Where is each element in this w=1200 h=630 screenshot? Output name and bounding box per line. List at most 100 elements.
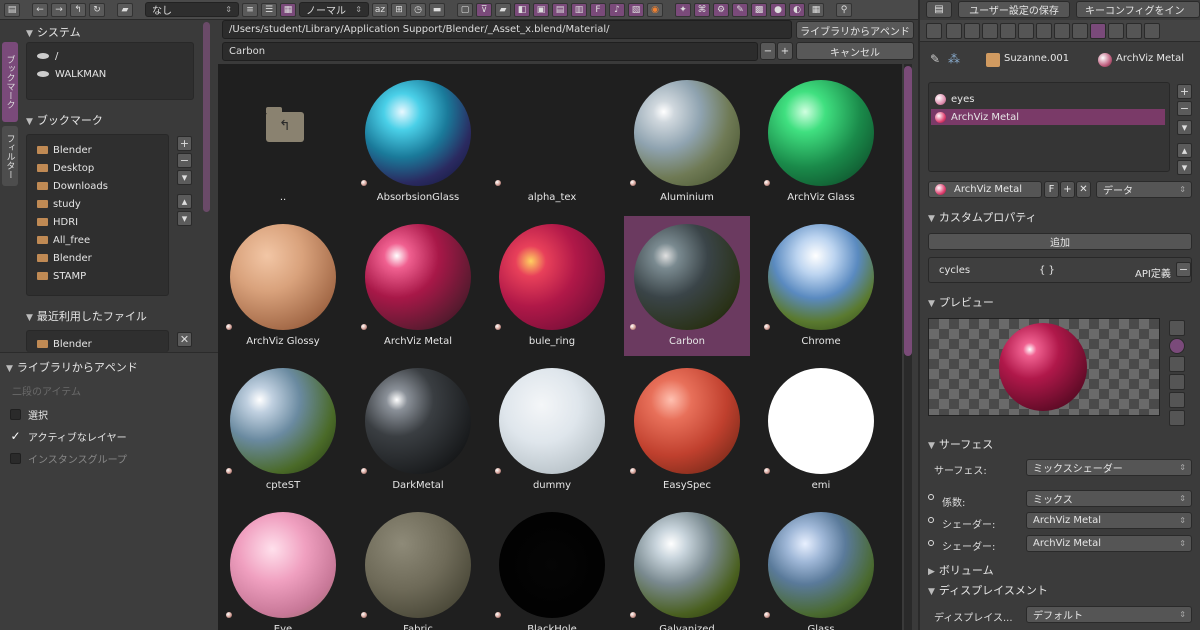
render-tab-icon[interactable] <box>946 23 962 39</box>
unlink-material-button[interactable]: ✕ <box>1076 181 1091 198</box>
modifiers-tab-icon[interactable] <box>1054 23 1070 39</box>
back-arrow-icon[interactable]: ← <box>32 2 48 17</box>
list-item[interactable]: ArchViz Metal <box>931 109 1165 125</box>
keyconfig-import-button[interactable]: キーコンフィグをイン <box>1076 1 1200 18</box>
texture-tab-icon[interactable] <box>1108 23 1124 39</box>
list-item[interactable]: STAMP <box>27 267 168 285</box>
material-thumbnail[interactable]: BlackHole <box>489 504 615 630</box>
hide-dot-icon[interactable]: ▢ <box>457 2 473 17</box>
parent-dir-icon[interactable]: ↰ <box>70 2 86 17</box>
bookmarks-section-header[interactable]: ▼ ブックマーク <box>26 112 103 128</box>
decrement-button[interactable]: − <box>760 42 776 60</box>
script-filter-icon[interactable]: ▥ <box>571 2 587 17</box>
editor-type-button[interactable]: ▤ <box>926 1 952 18</box>
add-slot-button[interactable]: + <box>1177 84 1192 99</box>
preview-header[interactable]: ▼ プレビュー <box>928 294 994 310</box>
particles-tab-icon[interactable] <box>1126 23 1142 39</box>
movie-filter-icon[interactable]: ▤ <box>552 2 568 17</box>
instance-group-option[interactable]: インスタンスグループ <box>10 451 127 466</box>
link-dropdown[interactable]: データ ⇕ <box>1096 181 1192 198</box>
bookmark-menu-button[interactable]: ▾ <box>177 170 192 185</box>
remove-property-button[interactable]: − <box>1176 262 1191 277</box>
render-layers-tab-icon[interactable] <box>964 23 980 39</box>
cancel-button[interactable]: キャンセル <box>796 42 914 60</box>
select-option[interactable]: 選択 <box>10 407 48 422</box>
move-down-button[interactable]: ▾ <box>177 211 192 226</box>
filename-field[interactable]: Carbon <box>222 42 758 61</box>
material-selector[interactable]: ArchViz Metal <box>928 181 1042 198</box>
filter-dropdown[interactable]: なし ⇕ <box>145 2 239 17</box>
checkmark-icon[interactable]: ✓ <box>10 430 21 442</box>
search-icon[interactable]: ⚲ <box>836 2 852 17</box>
browser-scrollbar-thumb[interactable] <box>904 66 912 356</box>
list-item[interactable]: WALKMAN <box>27 65 193 83</box>
list-item[interactable]: Blender <box>27 249 168 267</box>
font-filter-icon[interactable]: F <box>590 2 606 17</box>
directory-path-field[interactable]: /Users/student/Library/Application Suppo… <box>222 20 792 39</box>
surface-header[interactable]: ▼ サーフェス <box>928 436 993 452</box>
recent-section-header[interactable]: ▼ 最近利用したファイル <box>26 308 147 324</box>
append-section-header[interactable]: ▼ ライブラリからアペンド <box>6 359 138 375</box>
shader2-dropdown[interactable]: ArchViz Metal ⇕ <box>1026 535 1192 552</box>
tab-filter[interactable]: フィルター <box>2 126 18 186</box>
add-property-button[interactable]: 追加 <box>928 233 1192 250</box>
material-filter-icon[interactable]: ● <box>770 2 786 17</box>
surface-shader-dropdown[interactable]: ミックスシェーダー ⇕ <box>1026 459 1192 476</box>
material-thumbnail[interactable]: Glass <box>758 504 884 630</box>
object-filter-icon[interactable]: ⌘ <box>694 2 710 17</box>
slot-menu-button[interactable]: ▾ <box>1177 120 1192 135</box>
material-thumbnail[interactable]: ArchViz Metal <box>355 216 481 356</box>
sphere-sky-preview-icon[interactable] <box>1169 410 1185 426</box>
constraints-tab-icon[interactable] <box>1036 23 1052 39</box>
active-layer-option[interactable]: ✓ アクティブなレイヤー <box>10 429 126 444</box>
socket-icon[interactable] <box>928 540 934 546</box>
material-thumbnail[interactable]: Eye <box>220 504 346 630</box>
slot-up-button[interactable]: ▴ <box>1177 143 1192 158</box>
list-item[interactable]: All_free <box>27 231 168 249</box>
list-long-icon[interactable]: ☰ <box>261 2 277 17</box>
sort-time-icon[interactable]: ◷ <box>410 2 426 17</box>
sound-filter-icon[interactable]: ♪ <box>609 2 625 17</box>
slot-down-button[interactable]: ▾ <box>1177 160 1192 175</box>
parent-directory-item[interactable]: ↰ .. <box>220 72 346 212</box>
list-item[interactable]: study <box>27 195 168 213</box>
world-tab-icon[interactable] <box>1000 23 1016 39</box>
physics-tab-icon[interactable] <box>1144 23 1160 39</box>
mesh-filter-icon[interactable]: ⚙ <box>713 2 729 17</box>
blender-icon[interactable]: ◉ <box>647 2 663 17</box>
material-tab-icon[interactable] <box>1090 23 1106 39</box>
increment-button[interactable]: + <box>777 42 793 60</box>
list-item[interactable]: eyes <box>929 91 1169 107</box>
material-thumbnail[interactable]: EasySpec <box>624 360 750 500</box>
monkey-preview-icon[interactable] <box>1169 374 1185 390</box>
lamp-filter-icon[interactable]: ✎ <box>732 2 748 17</box>
custom-props-header[interactable]: ▼ カスタムプロパティ <box>928 209 1037 225</box>
socket-icon[interactable] <box>928 494 934 500</box>
sort-ext-icon[interactable]: ⊞ <box>391 2 407 17</box>
list-item[interactable]: Downloads <box>27 177 168 195</box>
new-folder-icon[interactable]: ▰ <box>117 2 133 17</box>
remove-slot-button[interactable]: − <box>1177 101 1192 116</box>
scene-filter-icon[interactable]: ✦ <box>675 2 691 17</box>
sort-alpha-icon[interactable]: az <box>372 2 388 17</box>
volume-header[interactable]: ▶ ボリューム <box>928 562 994 578</box>
clear-recent-button[interactable]: ✕ <box>177 332 192 347</box>
material-thumbnail[interactable]: ArchViz Glossy <box>220 216 346 356</box>
checkbox[interactable] <box>10 409 21 420</box>
remove-bookmark-button[interactable]: − <box>177 153 192 168</box>
camera-filter-icon[interactable]: ▩ <box>751 2 767 17</box>
material-thumbnail[interactable]: emi <box>758 360 884 500</box>
tab-bookmarks[interactable]: ブックマーク <box>2 42 18 122</box>
displacement-dropdown[interactable]: デフォルト ⇕ <box>1026 606 1192 623</box>
refresh-icon[interactable]: ↻ <box>89 2 105 17</box>
factor-dropdown[interactable]: ミックス ⇕ <box>1026 490 1192 507</box>
image-filter-icon[interactable]: ▣ <box>533 2 549 17</box>
forward-arrow-icon[interactable]: → <box>51 2 67 17</box>
data-tab-icon[interactable] <box>1072 23 1088 39</box>
material-thumbnail[interactable]: cpteST <box>220 360 346 500</box>
sphere-preview-icon[interactable] <box>1169 338 1185 354</box>
properties-editor-icon[interactable] <box>926 23 942 39</box>
fake-user-button[interactable]: F <box>1044 181 1059 198</box>
material-thumbnail[interactable]: Galvanized <box>624 504 750 630</box>
material-thumbnail[interactable]: Fabric <box>355 504 481 630</box>
